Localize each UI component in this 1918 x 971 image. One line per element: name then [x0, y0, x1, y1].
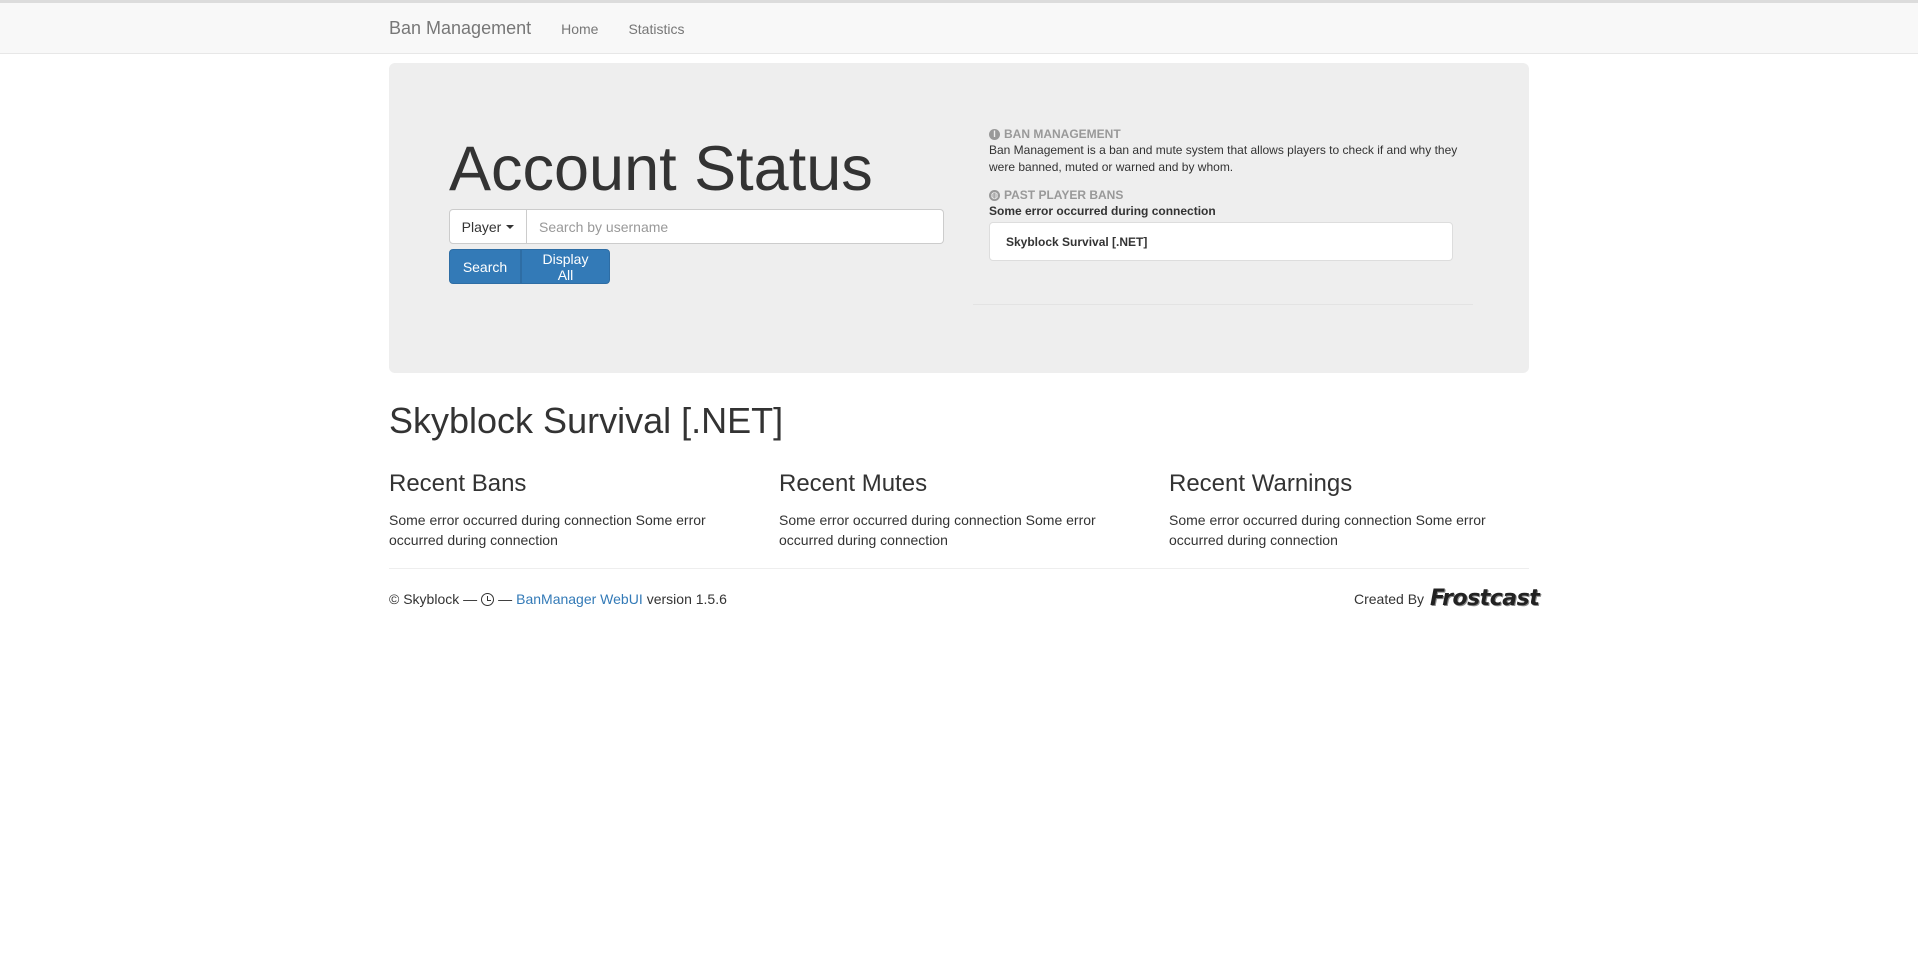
- panel-divider: [973, 304, 1473, 305]
- recent-warnings-column: Recent Warnings Some error occurred duri…: [1169, 470, 1529, 550]
- search-input[interactable]: [527, 209, 944, 244]
- past-player-bans-heading: ◍ PAST PLAYER BANS: [989, 188, 1469, 202]
- jumbotron: Account Status Player Search Display All…: [389, 63, 1529, 373]
- info-panel: i BAN MANAGEMENT Ban Management is a ban…: [989, 127, 1469, 261]
- recent-warnings-heading: Recent Warnings: [1169, 470, 1353, 497]
- ban-management-description: Ban Management is a ban and mute system …: [989, 143, 1458, 174]
- display-all-button[interactable]: Display All: [521, 249, 610, 284]
- server-title: Skyblock Survival [.NET]: [389, 400, 784, 441]
- past-player-bans-heading-text: PAST PLAYER BANS: [1004, 188, 1124, 202]
- search-type-dropdown[interactable]: Player: [449, 209, 527, 244]
- info-circle-icon: i: [989, 128, 1000, 140]
- connection-error: Some error occurred during connection: [989, 204, 1216, 218]
- footer-dash: —: [498, 591, 513, 607]
- page-title: Account Status: [449, 134, 873, 204]
- nav-link-home[interactable]: Home: [561, 21, 598, 37]
- ban-management-heading-text: BAN MANAGEMENT: [1004, 127, 1121, 141]
- recent-bans-text: Some error occurred during connection So…: [389, 512, 706, 548]
- server-list-item[interactable]: Skyblock Survival [.NET]: [989, 222, 1453, 261]
- footer-left: © Skyblock — — BanManager WebUI version …: [389, 591, 727, 607]
- navbar: Ban Management Home Statistics: [0, 3, 1918, 54]
- chevron-down-icon: [506, 224, 515, 229]
- footer-version: version 1.5.6: [646, 591, 727, 607]
- globe-icon: ◍: [989, 189, 1000, 201]
- ban-management-heading: i BAN MANAGEMENT: [989, 127, 1469, 141]
- search-button-group: Search Display All: [449, 249, 610, 284]
- frostcast-logo[interactable]: Frostcast: [1430, 586, 1540, 611]
- search-button[interactable]: Search: [449, 249, 521, 284]
- footer-right: Created By Frostcast: [1354, 586, 1540, 611]
- search-group: Player: [449, 209, 944, 244]
- recent-mutes-text: Some error occurred during connection So…: [779, 512, 1096, 548]
- search-type-label: Player: [461, 218, 502, 235]
- nav-link-statistics[interactable]: Statistics: [628, 21, 684, 37]
- banmanager-webui-link[interactable]: BanManager WebUI: [516, 591, 643, 607]
- footer-copyright: © Skyblock —: [389, 591, 478, 607]
- navbar-inner: Ban Management Home Statistics: [389, 3, 714, 54]
- navbar-brand[interactable]: Ban Management: [389, 18, 531, 39]
- clock-icon: [481, 592, 495, 606]
- recent-bans-column: Recent Bans Some error occurred during c…: [389, 470, 749, 550]
- recent-warnings-text: Some error occurred during connection So…: [1169, 512, 1486, 548]
- recent-mutes-heading: Recent Mutes: [779, 470, 928, 497]
- recent-bans-heading: Recent Bans: [389, 470, 527, 497]
- created-by-label: Created By: [1354, 590, 1425, 607]
- footer-divider: [389, 568, 1529, 569]
- recent-mutes-column: Recent Mutes Some error occurred during …: [779, 470, 1139, 550]
